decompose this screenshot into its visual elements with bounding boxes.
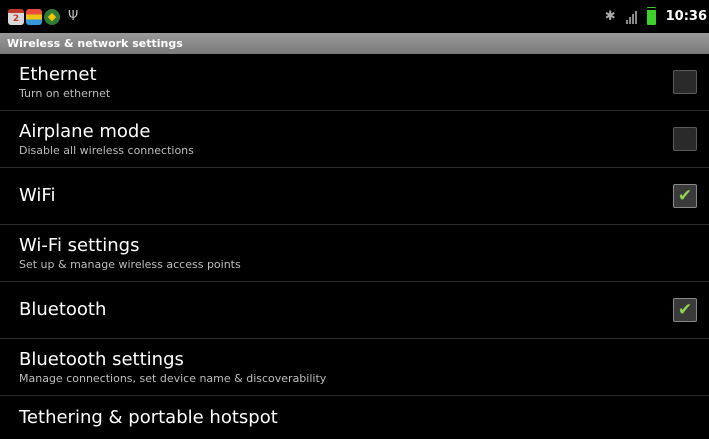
status-indicators: ✱ 10:36	[605, 0, 709, 33]
setting-wifi[interactable]: WiFi ✔	[0, 168, 709, 225]
setting-title: Ethernet	[19, 63, 97, 85]
battery-icon	[646, 8, 656, 25]
usb-icon: Ψ	[68, 9, 79, 24]
setting-wifi-settings[interactable]: Wi-Fi settings Set up & manage wireless …	[0, 225, 709, 282]
setting-ethernet[interactable]: Ethernet Turn on ethernet	[0, 54, 709, 111]
setting-summary: Turn on ethernet	[19, 86, 111, 100]
settings-list: Ethernet Turn on ethernet Airplane mode …	[0, 54, 709, 439]
setting-title: WiFi	[19, 185, 56, 206]
setting-title: Wi-Fi settings	[19, 234, 140, 256]
signal-icon	[625, 10, 637, 24]
setting-bluetooth[interactable]: Bluetooth ✔	[0, 282, 709, 339]
bluetooth-icon: ✱	[604, 9, 616, 24]
notes-notification-icon[interactable]	[26, 8, 42, 25]
wifi-checkbox[interactable]: ✔	[673, 184, 697, 208]
airplane-mode-checkbox[interactable]	[673, 127, 697, 151]
market-notification-icon[interactable]: ◆	[44, 8, 60, 25]
setting-title: Airplane mode	[19, 120, 151, 142]
ethernet-checkbox[interactable]	[673, 70, 697, 94]
setting-airplane-mode[interactable]: Airplane mode Disable all wireless conne…	[0, 111, 709, 168]
checkmark-icon: ✔	[677, 185, 693, 206]
page-title: Wireless & network settings	[0, 33, 709, 54]
setting-tethering[interactable]: Tethering & portable hotspot	[0, 396, 709, 439]
calendar-notification-icon[interactable]: 2	[8, 8, 24, 25]
clock: 10:36	[665, 9, 707, 24]
setting-bluetooth-settings[interactable]: Bluetooth settings Manage connections, s…	[0, 339, 709, 396]
bluetooth-checkbox[interactable]: ✔	[673, 298, 697, 322]
setting-title: Bluetooth	[19, 299, 107, 320]
setting-summary: Set up & manage wireless access points	[19, 257, 241, 271]
status-bar: 2 ◆ Ψ ✱ 10:36	[0, 0, 709, 33]
checkmark-icon: ✔	[677, 299, 693, 320]
notification-icons[interactable]: 2 ◆ Ψ	[8, 8, 79, 25]
setting-title: Tethering & portable hotspot	[19, 406, 278, 428]
setting-summary: Manage connections, set device name & di…	[19, 371, 327, 385]
setting-summary: Disable all wireless connections	[19, 143, 194, 157]
setting-title: Bluetooth settings	[19, 348, 184, 370]
